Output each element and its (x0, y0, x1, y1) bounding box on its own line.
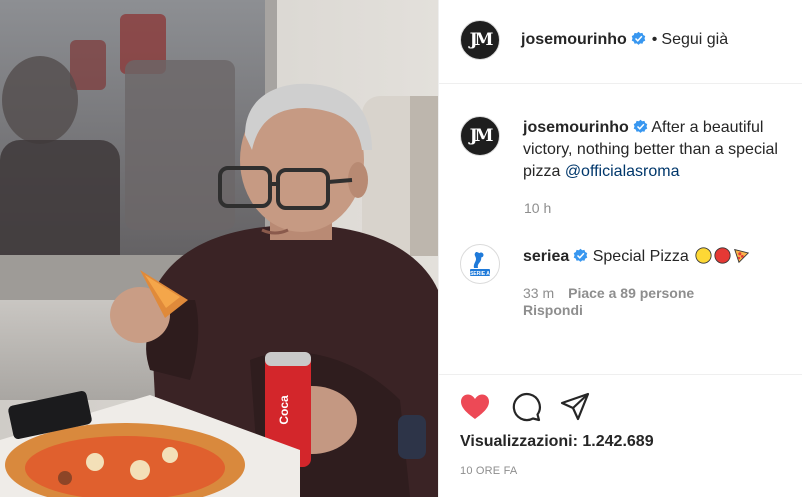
avatar-monogram: JM (469, 125, 494, 146)
post-sidebar: JM josemourinho • Segui già JM josemourinh… (438, 0, 802, 497)
views-label: Visualizzazioni: (460, 433, 578, 450)
profile-avatar[interactable]: JM (460, 20, 500, 60)
post-header: JM josemourinho • Segui già (439, 0, 802, 84)
svg-text:SERIE A: SERIE A (470, 271, 490, 277)
comment-username[interactable]: seriea (523, 248, 569, 265)
avatar-monogram: JM (469, 29, 494, 50)
header-username[interactable]: josemourinho (521, 31, 627, 48)
comment-body: Special Pizza (592, 248, 689, 265)
comment-likes[interactable]: Piace a 89 persone (568, 285, 694, 301)
red-circle-icon (714, 247, 731, 264)
verified-badge-icon (574, 248, 588, 262)
verified-badge-icon (633, 119, 648, 133)
following-button[interactable]: Segui già (661, 31, 728, 48)
caption-mention-link[interactable]: @officialasroma (565, 163, 680, 180)
svg-text:Coca: Coca (277, 395, 291, 425)
seriea-logo-icon: SERIE A (470, 252, 490, 277)
caption-timestamp[interactable]: 10 h (524, 200, 551, 216)
seriea-avatar[interactable]: SERIE A (460, 244, 500, 284)
post-actions: Visualizzazioni: 1.242.689 10 ORE FA (439, 374, 802, 497)
views-count[interactable]: Visualizzazioni: 1.242.689 (460, 433, 654, 451)
comment-timestamp[interactable]: 33 m (523, 285, 554, 301)
comment-bubble-icon[interactable] (510, 391, 542, 423)
separator-dot: • (651, 31, 658, 48)
like-heart-icon[interactable] (459, 391, 491, 423)
share-send-icon[interactable] (559, 391, 591, 423)
views-value: 1.242.689 (582, 433, 654, 450)
post-video[interactable]: Coca (0, 0, 438, 497)
verified-badge-icon (631, 31, 646, 45)
video-frame: Coca (0, 0, 438, 497)
comment-text: seriea Special Pizza (523, 247, 750, 266)
reply-button[interactable]: Rispondi (523, 302, 583, 318)
comment-meta: 33 m Piace a 89 persone (523, 285, 694, 301)
post-date[interactable]: 10 ORE FA (460, 465, 517, 477)
pizza-icon (734, 248, 750, 264)
caption-text: josemourinho After a beautiful victory, … (523, 117, 802, 183)
caption-username[interactable]: josemourinho (523, 119, 629, 136)
yellow-circle-icon (695, 247, 712, 264)
caption-avatar[interactable]: JM (460, 116, 500, 156)
header-line: josemourinho • Segui già (521, 31, 728, 49)
